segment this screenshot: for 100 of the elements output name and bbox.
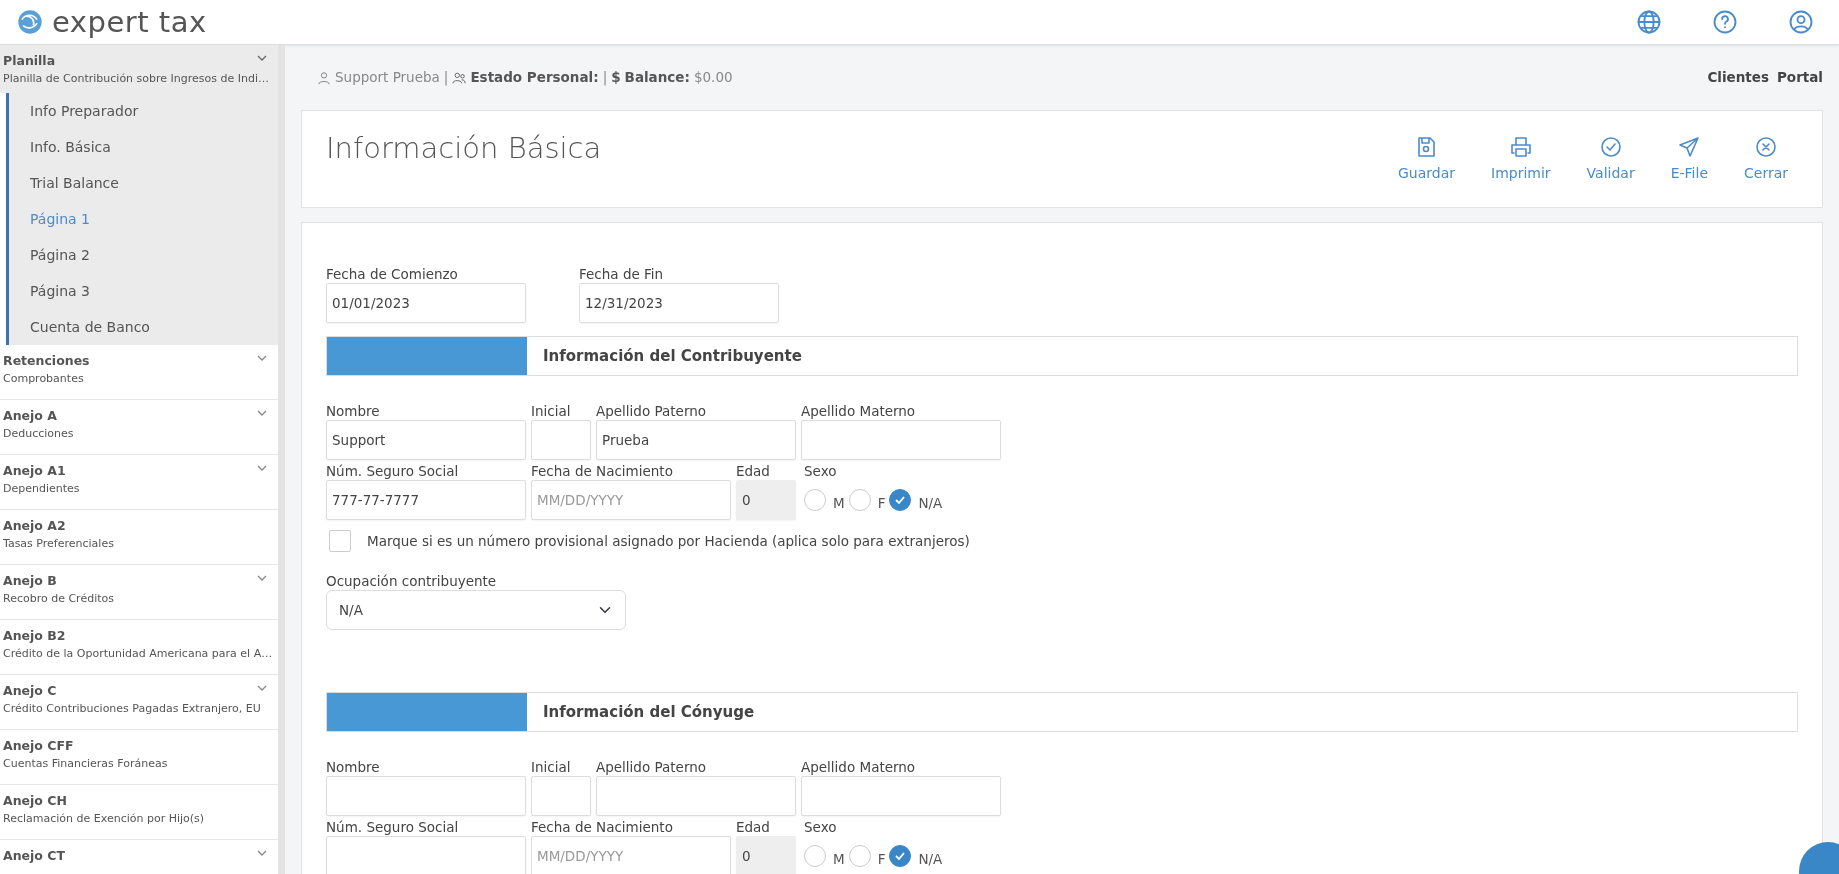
section-title: Anejo CFF bbox=[3, 737, 74, 756]
paper-plane-icon bbox=[1677, 135, 1702, 159]
date-field[interactable]: 12/31/2023 bbox=[579, 283, 779, 323]
check-icon bbox=[894, 494, 907, 506]
checkbox[interactable] bbox=[329, 530, 351, 552]
age-field[interactable]: 0 bbox=[736, 480, 796, 520]
page-title: Información Básica bbox=[326, 130, 602, 167]
initial-field[interactable] bbox=[531, 420, 591, 460]
section-subtitle: Cuentas Financieras Foráneas bbox=[3, 756, 169, 772]
field-label: Edad bbox=[736, 462, 771, 480]
section-subtitle: Recobro de Créditos bbox=[3, 591, 115, 607]
sidebar-section[interactable]: Anejo A2 Tasas Preferenciales bbox=[0, 510, 278, 566]
section-title: Anejo C bbox=[3, 682, 57, 701]
radio-button[interactable] bbox=[848, 489, 871, 511]
section-title: Anejo B bbox=[3, 572, 57, 591]
sidebar-section[interactable]: Retenciones Comprobantes bbox=[0, 345, 278, 401]
sidebar-section[interactable]: Planilla Planilla de Contribución sobre Ingresos de Indi… bbox=[0, 45, 278, 94]
section-title: Información del Contribuyente bbox=[542, 345, 802, 367]
sidebar-section[interactable]: Anejo B Recobro de Créditos bbox=[0, 565, 278, 621]
field-label: Apellido Materno bbox=[801, 402, 917, 420]
section-title: Anejo B2 bbox=[3, 627, 66, 646]
user-name: Support Prueba bbox=[335, 68, 440, 88]
initial-field[interactable] bbox=[531, 776, 591, 816]
person-icon bbox=[317, 70, 331, 85]
sidebar-section[interactable]: Anejo A Deducciones bbox=[0, 400, 278, 456]
sidebar-item[interactable]: Info. Básica bbox=[9, 129, 111, 166]
section-subtitle: Deducciones bbox=[3, 426, 75, 442]
people-icon bbox=[452, 70, 467, 85]
field-label: Edad bbox=[736, 818, 771, 836]
radio-button[interactable] bbox=[804, 845, 826, 867]
field-label: Fecha de Nacimiento bbox=[531, 818, 674, 836]
text-field[interactable]: MM/DD/YYYY bbox=[531, 836, 731, 874]
text-field[interactable] bbox=[326, 776, 526, 816]
save-button[interactable]: Guardar bbox=[1387, 135, 1465, 184]
print-button[interactable]: Imprimir bbox=[1481, 135, 1561, 184]
sidebar-item[interactable]: Página 2 bbox=[9, 237, 90, 274]
section-subtitle: Tasas Preferenciales bbox=[3, 536, 115, 552]
sidebar-section[interactable]: Anejo C Crédito Contribuciones Pagadas Extranjero, EU bbox=[0, 675, 278, 731]
printer-icon bbox=[1508, 135, 1533, 159]
field-label: Ocupación contribuyente bbox=[326, 572, 498, 590]
text-field[interactable] bbox=[326, 836, 526, 874]
section-subtitle: Comprobantes bbox=[3, 371, 85, 387]
radio-button[interactable] bbox=[848, 845, 871, 867]
separator-text: | bbox=[443, 68, 449, 88]
field-label: Inicial bbox=[531, 402, 572, 420]
sidebar-section[interactable]: Anejo CH Reclamación de Exención por Hijo(s) bbox=[0, 785, 278, 841]
nav-link[interactable]: Portal bbox=[1776, 67, 1823, 88]
sidebar-item[interactable]: Página 3 bbox=[9, 273, 90, 310]
sidebar-section[interactable]: Anejo B2 Crédito de la Oportunidad Americana para el A… bbox=[0, 620, 278, 676]
swirl-logo-icon bbox=[16, 8, 44, 36]
age-field[interactable]: 0 bbox=[736, 836, 796, 874]
efile-button[interactable]: E-File bbox=[1660, 135, 1718, 184]
text-field[interactable]: MM/DD/YYYY bbox=[531, 480, 731, 520]
section-title: Anejo A2 bbox=[3, 517, 66, 536]
sidebar-section[interactable]: Anejo CFF Cuentas Financieras Foráneas bbox=[0, 730, 278, 786]
check-circle-icon bbox=[1598, 135, 1623, 159]
field-label: Inicial bbox=[531, 758, 572, 776]
balance-label: Balance: bbox=[624, 68, 690, 88]
radio-button[interactable] bbox=[889, 489, 912, 511]
radio-label: M bbox=[833, 493, 845, 513]
radio-label: F bbox=[877, 493, 886, 513]
section-title: Planilla bbox=[3, 52, 56, 70]
section-subtitle: Reclamación de Exención por Hijo(s) bbox=[3, 811, 206, 827]
text-field[interactable] bbox=[596, 776, 796, 816]
sidebar-item[interactable]: Info Preparador bbox=[9, 93, 139, 130]
radio-button[interactable] bbox=[889, 845, 912, 867]
sidebar-item[interactable]: Trial Balance bbox=[9, 165, 119, 202]
nav-link[interactable]: Clientes bbox=[1707, 67, 1769, 88]
validate-button[interactable]: Validar bbox=[1576, 135, 1645, 184]
close-button[interactable]: Cerrar bbox=[1734, 135, 1798, 184]
radio-label: N/A bbox=[918, 493, 943, 513]
section-title: Anejo A1 bbox=[3, 462, 66, 481]
dollar-icon: $ bbox=[611, 67, 621, 88]
field-label: Fecha de Nacimiento bbox=[531, 462, 674, 480]
field-label: Fecha de Comienzo bbox=[326, 265, 459, 283]
date-field[interactable]: 01/01/2023 bbox=[326, 283, 526, 323]
text-field[interactable] bbox=[801, 420, 1001, 460]
sidebar-item[interactable]: Cuenta de Banco bbox=[9, 309, 150, 346]
globe-icon[interactable] bbox=[1635, 8, 1663, 36]
radio-label: F bbox=[877, 849, 886, 869]
close-icon bbox=[1754, 135, 1778, 159]
text-field[interactable] bbox=[801, 776, 1001, 816]
section-subtitle: Crédito de la Oportunidad Americana para el A… bbox=[3, 646, 274, 662]
radio-label: M bbox=[833, 849, 845, 869]
text-field[interactable]: Support bbox=[326, 420, 526, 460]
section-title: Anejo CH bbox=[3, 792, 67, 811]
radio-label: N/A bbox=[918, 849, 943, 869]
occupation-select[interactable]: N/A bbox=[326, 590, 626, 630]
sidebar-section[interactable]: Anejo A1 Dependientes bbox=[0, 455, 278, 511]
field-label: Apellido Paterno bbox=[596, 758, 708, 776]
logo-text: expert tax bbox=[52, 7, 207, 37]
text-field[interactable]: Prueba bbox=[596, 420, 796, 460]
radio-button[interactable] bbox=[804, 489, 826, 511]
sidebar-section[interactable]: Anejo CT bbox=[0, 840, 278, 874]
text-field[interactable]: 777-77-7777 bbox=[326, 480, 526, 520]
field-label: Apellido Materno bbox=[801, 758, 917, 776]
field-label: Núm. Seguro Social bbox=[326, 462, 460, 480]
help-icon[interactable] bbox=[1711, 8, 1739, 36]
user-icon[interactable] bbox=[1787, 8, 1815, 36]
section-subtitle: Dependientes bbox=[3, 481, 81, 497]
